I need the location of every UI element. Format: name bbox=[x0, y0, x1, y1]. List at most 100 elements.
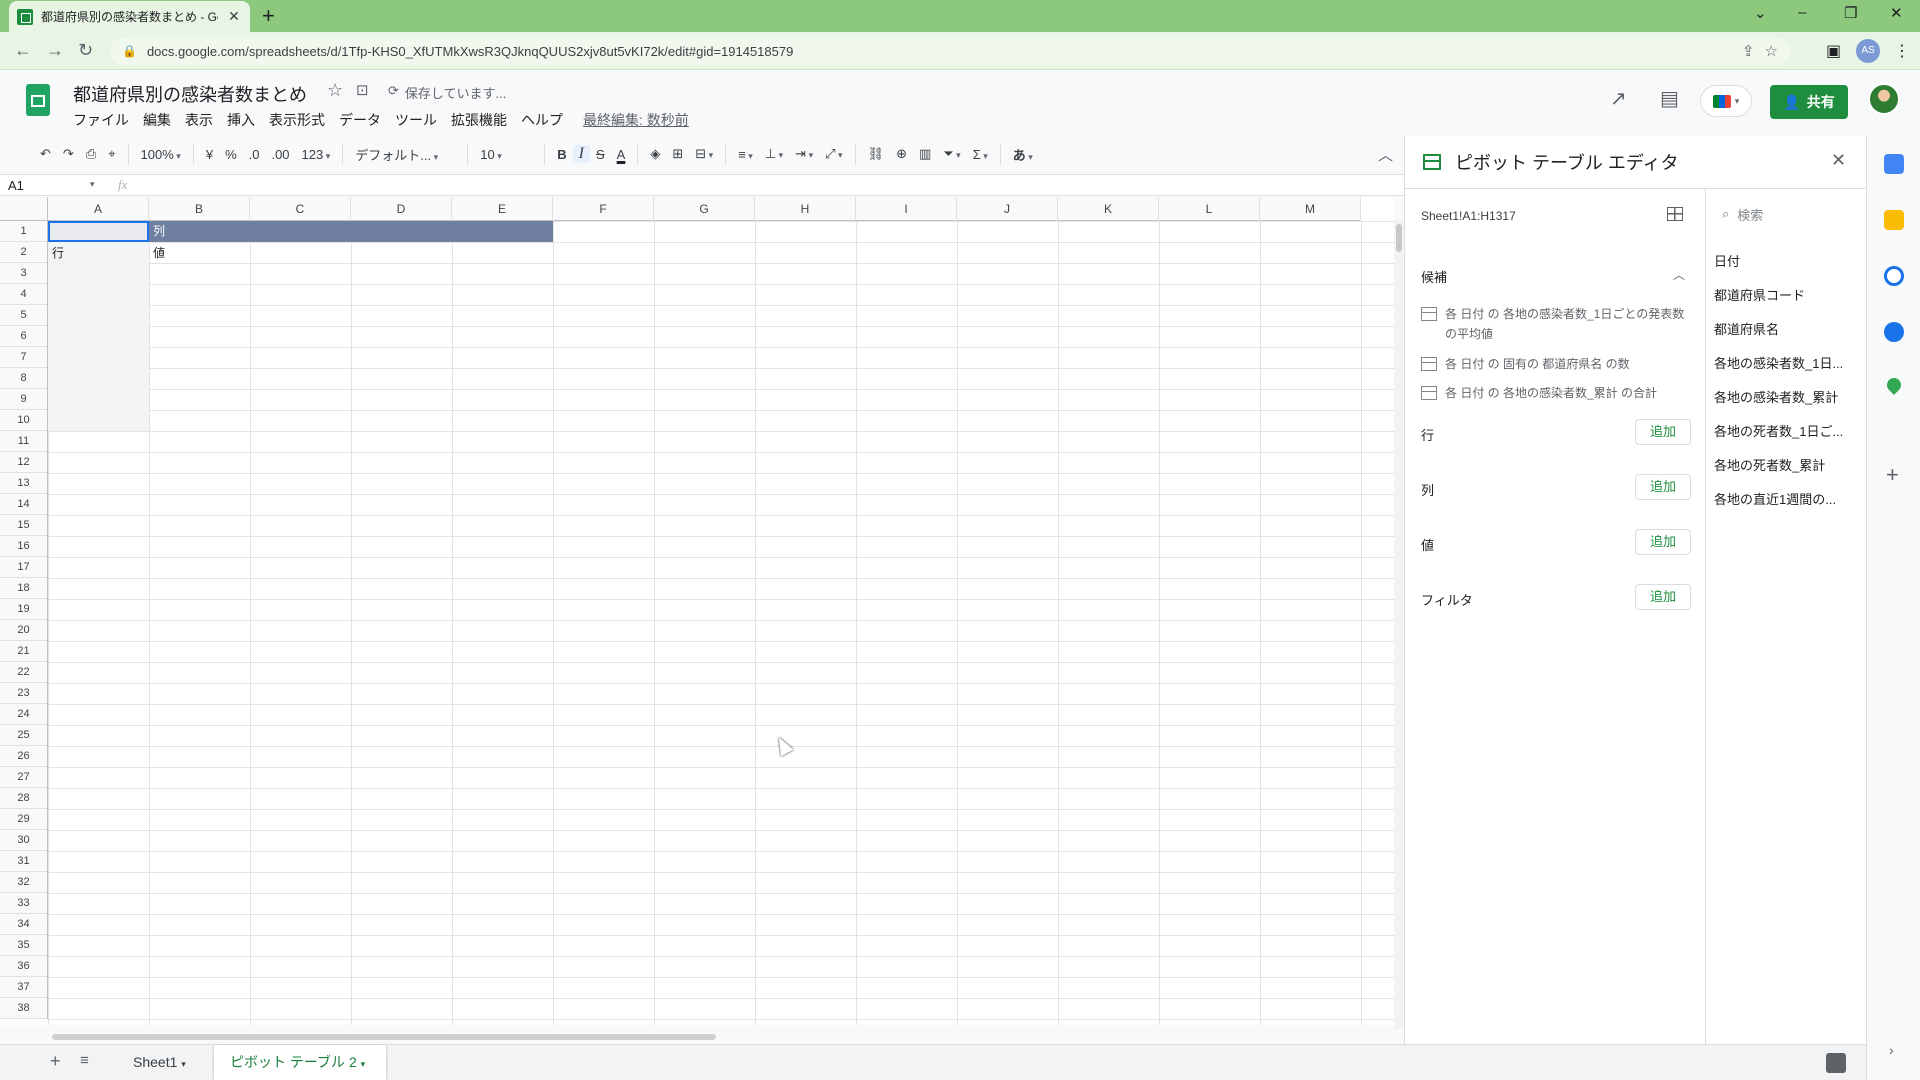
collapse-menus-icon[interactable]: ︿ bbox=[1378, 144, 1393, 165]
row-header[interactable]: 24 bbox=[0, 704, 47, 725]
bold-button[interactable]: B bbox=[551, 147, 572, 162]
field-item[interactable]: 各地の直近1週間の... bbox=[1714, 489, 1864, 508]
row-header[interactable]: 22 bbox=[0, 662, 47, 683]
functions-icon[interactable]: Σ bbox=[967, 147, 994, 162]
row-header[interactable]: 25 bbox=[0, 725, 47, 746]
row-header[interactable]: 21 bbox=[0, 641, 47, 662]
undo-icon[interactable]: ↶ bbox=[34, 146, 57, 162]
insert-comment-icon[interactable]: ⊕ bbox=[890, 146, 913, 162]
row-header[interactable]: 9 bbox=[0, 389, 47, 410]
menu-help[interactable]: ヘルプ bbox=[521, 110, 563, 130]
row-header[interactable]: 31 bbox=[0, 851, 47, 872]
horizontal-align-icon[interactable]: ≡ bbox=[732, 147, 759, 162]
paint-format-icon[interactable]: ⌖ bbox=[102, 146, 121, 162]
column-header[interactable]: I bbox=[856, 197, 957, 221]
field-item[interactable]: 各地の感染者数_累計 bbox=[1714, 387, 1864, 406]
field-item[interactable]: 日付 bbox=[1714, 251, 1864, 270]
row-header[interactable]: 38 bbox=[0, 998, 47, 1019]
merge-cells-icon[interactable]: ⊟ bbox=[689, 146, 719, 162]
row-header[interactable]: 34 bbox=[0, 914, 47, 935]
row-header[interactable]: 8 bbox=[0, 368, 47, 389]
menu-tools[interactable]: ツール bbox=[395, 110, 437, 130]
horizontal-scrollbar[interactable] bbox=[52, 1034, 716, 1040]
meet-button[interactable]: ▾ bbox=[1700, 85, 1752, 117]
column-header[interactable]: H bbox=[755, 197, 856, 221]
name-box[interactable]: A1 bbox=[8, 178, 100, 193]
close-icon[interactable]: ✕ bbox=[1831, 150, 1846, 171]
select-range-icon[interactable] bbox=[1667, 207, 1683, 221]
add-rows-button[interactable]: 追加 bbox=[1635, 419, 1691, 445]
cell-a1-selected[interactable] bbox=[48, 221, 149, 242]
column-header[interactable]: L bbox=[1159, 197, 1260, 221]
bookmark-star-icon[interactable]: ☆ bbox=[1765, 42, 1778, 60]
add-filters-button[interactable]: 追加 bbox=[1635, 584, 1691, 610]
field-item[interactable]: 各地の死者数_1日ご... bbox=[1714, 421, 1864, 440]
row-header[interactable]: 36 bbox=[0, 956, 47, 977]
column-header[interactable]: A bbox=[48, 197, 149, 221]
forward-icon[interactable]: → bbox=[46, 40, 64, 60]
row-header[interactable]: 19 bbox=[0, 599, 47, 620]
close-tab-icon[interactable]: ✕ bbox=[226, 8, 242, 25]
explore-icon[interactable] bbox=[1826, 1053, 1846, 1073]
column-header[interactable]: D bbox=[351, 197, 452, 221]
spreadsheet-grid[interactable]: ABCDEFGHIJKLM 1 2 3 4 5 6 7 8 9 10 11 12 13 14 15 16 17 1… bbox=[0, 197, 1394, 1025]
print-icon[interactable]: ⎙ bbox=[80, 146, 102, 162]
move-folder-icon[interactable]: ⊡ bbox=[356, 81, 369, 99]
row-header[interactable]: 32 bbox=[0, 872, 47, 893]
column-header[interactable]: M bbox=[1260, 197, 1361, 221]
more-formats-select[interactable]: 123 bbox=[296, 147, 337, 162]
fill-color-icon[interactable]: ◈ bbox=[644, 146, 666, 162]
sheets-logo-icon[interactable] bbox=[26, 84, 50, 116]
filter-icon[interactable]: ⏷ bbox=[937, 146, 966, 162]
column-header[interactable]: B bbox=[149, 197, 250, 221]
suggestion-item[interactable]: 各 日付 の 各地の感染者数_1日ごとの発表数 の平均値 bbox=[1421, 304, 1691, 344]
row-header[interactable]: 12 bbox=[0, 452, 47, 473]
row-header[interactable]: 2 bbox=[0, 242, 47, 263]
cell-b1-column-label[interactable]: 列 bbox=[149, 221, 553, 242]
column-header[interactable]: J bbox=[957, 197, 1058, 221]
back-icon[interactable]: ← bbox=[14, 40, 32, 60]
add-sheet-icon[interactable]: + bbox=[50, 1051, 61, 1072]
add-values-button[interactable]: 追加 bbox=[1635, 529, 1691, 555]
column-header[interactable]: E bbox=[452, 197, 553, 221]
maps-icon[interactable] bbox=[1884, 375, 1904, 395]
row-header[interactable]: 26 bbox=[0, 746, 47, 767]
menu-file[interactable]: ファイル bbox=[73, 110, 129, 130]
chevron-up-icon[interactable]: ︿ bbox=[1673, 266, 1685, 283]
last-edit-link[interactable]: 最終編集: 数秒前 bbox=[583, 110, 689, 130]
tab-search-icon[interactable]: ⌄ bbox=[1754, 4, 1767, 22]
restore-icon[interactable]: ❐ bbox=[1844, 4, 1857, 22]
row-header[interactable]: 11 bbox=[0, 431, 47, 452]
menu-view[interactable]: 表示 bbox=[185, 110, 213, 130]
row-header[interactable]: 4 bbox=[0, 284, 47, 305]
tasks-icon[interactable] bbox=[1884, 266, 1904, 286]
row-header[interactable]: 1 bbox=[0, 221, 47, 242]
all-sheets-icon[interactable]: ≡ bbox=[80, 1052, 89, 1069]
row-header[interactable]: 16 bbox=[0, 536, 47, 557]
chevron-down-icon[interactable]: ▾ bbox=[90, 179, 95, 190]
text-color-button[interactable]: A bbox=[611, 147, 632, 162]
column-header[interactable]: F bbox=[553, 197, 654, 221]
add-addon-icon[interactable]: + bbox=[1886, 462, 1899, 488]
add-columns-button[interactable]: 追加 bbox=[1635, 474, 1691, 500]
redo-icon[interactable]: ↷ bbox=[57, 146, 80, 162]
row-header[interactable]: 3 bbox=[0, 263, 47, 284]
row-header[interactable]: 14 bbox=[0, 494, 47, 515]
data-range[interactable]: Sheet1!A1:H1317 bbox=[1421, 209, 1516, 223]
field-item[interactable]: 各地の死者数_累計 bbox=[1714, 455, 1864, 474]
cell-a2-row-label[interactable]: 行 bbox=[52, 244, 64, 261]
row-header[interactable]: 13 bbox=[0, 473, 47, 494]
row-header[interactable]: 17 bbox=[0, 557, 47, 578]
menu-format[interactable]: 表示形式 bbox=[269, 110, 325, 130]
share-page-icon[interactable]: ⇪ bbox=[1742, 42, 1755, 60]
font-select[interactable]: デフォルト... bbox=[349, 145, 461, 164]
browser-menu-icon[interactable]: ⋮ bbox=[1894, 41, 1910, 61]
select-all-corner[interactable] bbox=[0, 197, 48, 221]
hide-panel-icon[interactable]: › bbox=[1889, 1042, 1894, 1058]
row-header[interactable]: 35 bbox=[0, 935, 47, 956]
strikethrough-button[interactable]: S bbox=[590, 147, 611, 162]
text-wrap-icon[interactable]: ⇥ bbox=[789, 146, 819, 162]
field-item[interactable]: 都道府県名 bbox=[1714, 319, 1864, 338]
menu-extensions[interactable]: 拡張機能 bbox=[451, 110, 507, 130]
input-tools-button[interactable]: あ bbox=[1007, 145, 1039, 164]
